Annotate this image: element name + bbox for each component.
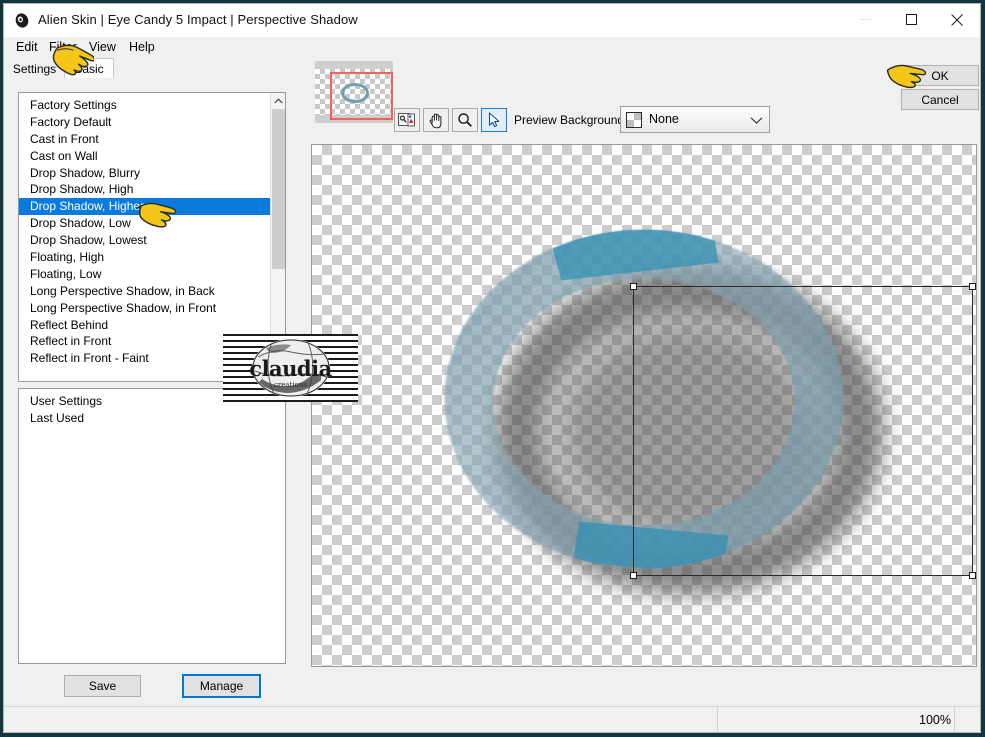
window-title: Alien Skin | Eye Candy 5 Impact | Perspe… [38, 12, 358, 27]
chevron-down-icon[interactable] [750, 114, 763, 128]
checker-transparent-swatch [626, 112, 642, 128]
selection-marquee[interactable] [630, 283, 976, 579]
zoom-level: 100% [919, 713, 951, 727]
arrow-cursor-icon[interactable] [481, 108, 507, 132]
list-item[interactable]: Drop Shadow, High [19, 181, 271, 198]
minimize-icon[interactable] [842, 4, 888, 35]
preview-background-label: Preview Background: [514, 113, 628, 127]
watermark-subtext: creations [274, 381, 307, 389]
list-item[interactable]: Long Perspective Shadow, in Back [19, 283, 271, 300]
maximize-icon[interactable] [888, 4, 934, 35]
selection-handle-top-right[interactable] [969, 283, 976, 290]
manage-button-label: Manage [199, 679, 244, 693]
preview-panel: Preview Background: None OK Cancel [300, 58, 980, 714]
pointer-cursor-selected-setting [132, 200, 178, 233]
close-icon[interactable] [934, 4, 980, 35]
save-button-label: Save [88, 679, 117, 693]
pointer-cursor-filter-menu [48, 42, 96, 79]
watermark-text: claudia [249, 356, 332, 381]
list-item[interactable]: Drop Shadow, Lowest [19, 232, 271, 249]
plugin-window: Alien Skin | Eye Candy 5 Impact | Perspe… [3, 3, 981, 733]
status-divider-2 [954, 707, 955, 732]
navigator-thumbnail[interactable] [315, 61, 393, 123]
hand-icon[interactable] [423, 108, 449, 132]
cancel-button-label: Cancel [921, 92, 959, 107]
menu-bar: Edit Filter View Help [4, 37, 980, 58]
selection-handle-top-left[interactable] [630, 283, 637, 290]
magnifier-icon[interactable] [452, 108, 478, 132]
list-item[interactable]: Cast in Front [19, 131, 271, 148]
selection-handle-bottom-left[interactable] [630, 572, 637, 579]
preview-background-value: None [649, 112, 679, 126]
pointer-cursor-ok-button [884, 62, 928, 93]
status-divider [717, 707, 718, 732]
list-item[interactable]: Last Used [19, 410, 285, 427]
list-item[interactable]: Factory Default [19, 114, 271, 131]
list-item[interactable]: Factory Settings [19, 97, 271, 114]
list-item[interactable]: Reflect Behind [19, 317, 271, 334]
chevron-up-icon[interactable] [271, 93, 285, 109]
alien-head-icon [14, 12, 31, 29]
image-compare-icon[interactable] [394, 108, 420, 132]
ok-button-label: OK [931, 68, 949, 83]
title-bar: Alien Skin | Eye Candy 5 Impact | Perspe… [4, 4, 980, 37]
manage-button[interactable]: Manage [182, 674, 261, 698]
preview-background-select[interactable]: None [620, 106, 770, 133]
list-item[interactable]: Cast on Wall [19, 148, 271, 165]
menu-item-help[interactable]: Help [125, 39, 159, 55]
user-settings-list[interactable]: User Settings Last Used [18, 388, 286, 664]
scrollbar-thumb[interactable] [272, 109, 285, 269]
status-bar: 100% [4, 706, 980, 732]
save-button[interactable]: Save [64, 675, 141, 697]
claudia-watermark: claudia creations [223, 334, 358, 402]
menu-item-edit[interactable]: Edit [12, 39, 42, 55]
selection-handle-bottom-right[interactable] [969, 572, 976, 579]
navigator-selection-rect[interactable] [330, 72, 393, 120]
list-item[interactable]: Long Perspective Shadow, in Front [19, 300, 271, 317]
preview-canvas[interactable] [311, 144, 977, 667]
list-item[interactable]: Floating, High [19, 249, 271, 266]
list-item[interactable]: Drop Shadow, Blurry [19, 165, 271, 182]
list-item[interactable]: Floating, Low [19, 266, 271, 283]
